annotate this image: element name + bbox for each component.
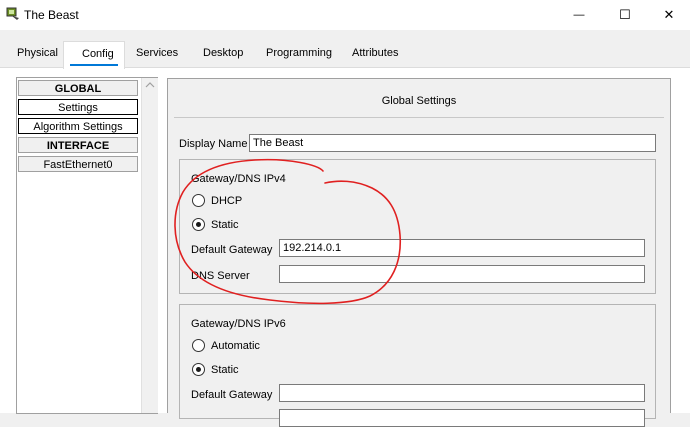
static-label-ipv6[interactable]: Static bbox=[211, 364, 239, 376]
dns-server-label: DNS Server bbox=[191, 270, 250, 282]
ipv6-group-label: Gateway/DNS IPv6 bbox=[191, 318, 286, 330]
tab-attributes[interactable]: Attributes bbox=[352, 47, 398, 59]
minimize-icon: — bbox=[573, 9, 585, 21]
static-radio-ipv4[interactable] bbox=[192, 218, 205, 231]
close-button[interactable]: ✕ bbox=[646, 0, 690, 30]
nav-item-settings[interactable]: Settings bbox=[18, 99, 138, 115]
close-icon: ✕ bbox=[663, 7, 675, 22]
dhcp-label[interactable]: DHCP bbox=[211, 195, 242, 207]
title-bar: The Beast — ☐ ✕ bbox=[0, 0, 690, 30]
panel-title: Global Settings bbox=[381, 95, 457, 107]
tab-services[interactable]: Services bbox=[136, 47, 178, 59]
maximize-button[interactable]: ☐ bbox=[602, 0, 648, 30]
display-name-field[interactable]: The Beast bbox=[249, 134, 656, 152]
app-icon bbox=[6, 7, 19, 20]
nav-item-algorithm-settings[interactable]: Algorithm Settings bbox=[18, 118, 138, 134]
ipv4-gateway-label: Default Gateway bbox=[191, 244, 273, 256]
tab-physical[interactable]: Physical bbox=[17, 47, 58, 59]
scroll-up-icon[interactable] bbox=[142, 78, 158, 92]
tab-programming[interactable]: Programming bbox=[266, 47, 332, 59]
static-label-ipv4[interactable]: Static bbox=[211, 219, 239, 231]
static-radio-ipv6[interactable] bbox=[192, 363, 205, 376]
ipv4-group: Gateway/DNS IPv4 DHCP Static Default Gat… bbox=[179, 159, 656, 294]
maximize-icon: ☐ bbox=[619, 7, 631, 22]
ipv4-group-label: Gateway/DNS IPv4 bbox=[191, 173, 286, 185]
automatic-label[interactable]: Automatic bbox=[211, 340, 260, 352]
tab-config[interactable]: Config bbox=[63, 41, 125, 69]
nav-item-fastethernet0[interactable]: FastEthernet0 bbox=[18, 156, 138, 172]
tab-desktop[interactable]: Desktop bbox=[203, 47, 243, 59]
dhcp-radio[interactable] bbox=[192, 194, 205, 207]
ipv4-gateway-field[interactable]: 192.214.0.1 bbox=[279, 239, 645, 257]
nav-header-interface: INTERFACE bbox=[18, 137, 138, 153]
ipv6-gateway-label: Default Gateway bbox=[191, 389, 273, 401]
ipv6-group: Gateway/DNS IPv6 Automatic Static Defaul… bbox=[179, 304, 656, 427]
nav-header-global: GLOBAL bbox=[18, 80, 138, 96]
window-title: The Beast bbox=[24, 8, 79, 22]
ipv6-gateway-field[interactable] bbox=[279, 384, 645, 402]
settings-panel: Global Settings Display Name The Beast G… bbox=[167, 78, 671, 427]
dns-server-field[interactable] bbox=[279, 265, 645, 283]
automatic-radio[interactable] bbox=[192, 339, 205, 352]
minimize-button[interactable]: — bbox=[556, 0, 602, 30]
nav-scrollbar[interactable] bbox=[141, 78, 158, 413]
tab-config-label: Config bbox=[82, 48, 114, 60]
display-name-label: Display Name bbox=[179, 138, 248, 150]
divider bbox=[174, 117, 664, 118]
tab-selected-indicator bbox=[70, 64, 118, 66]
config-nav-list: GLOBAL Settings Algorithm Settings INTER… bbox=[16, 77, 158, 414]
